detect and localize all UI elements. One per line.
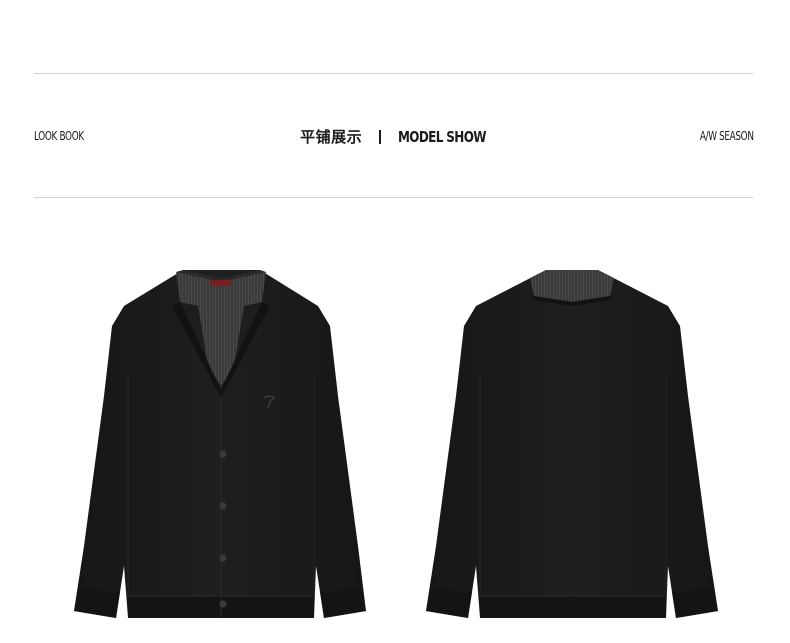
bottom-divider-line <box>34 197 753 198</box>
section-title-chinese: 平铺展示 <box>300 128 363 146</box>
top-divider-line <box>34 73 753 74</box>
button <box>219 554 227 562</box>
title-separator <box>379 129 382 144</box>
brand-label <box>211 280 231 286</box>
shirt-collar-back <box>530 270 614 302</box>
section-title: 平铺展示 MODEL SHOW <box>0 126 790 147</box>
section-title-english: MODEL SHOW <box>398 127 486 146</box>
cardigan-back-body <box>426 270 718 618</box>
button <box>219 450 227 458</box>
button <box>219 502 227 510</box>
button <box>219 600 227 608</box>
cardigan-back-image <box>426 270 718 618</box>
cardigan-front-image <box>74 270 366 618</box>
season-label: A/W SEASON <box>700 129 754 143</box>
